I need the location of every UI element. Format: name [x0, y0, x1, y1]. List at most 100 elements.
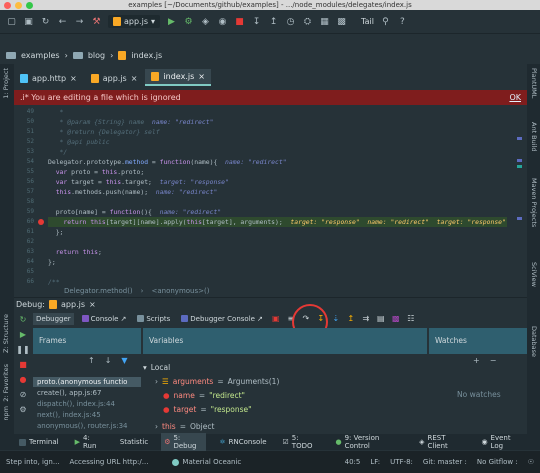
code-line[interactable]: [48, 267, 507, 277]
banner-ok-link[interactable]: OK: [509, 93, 521, 102]
code-line[interactable]: proto[name] = function(){ name: "redirec…: [48, 207, 507, 217]
code-area[interactable]: * * @param {String} name name: "redirect…: [48, 107, 507, 285]
code-crumb-method[interactable]: Delegator.method(): [64, 287, 133, 295]
code-line[interactable]: Delegator.prototype.method = function(na…: [48, 157, 507, 167]
add-watch-icon[interactable]: +: [473, 356, 480, 365]
code-line[interactable]: var target = this.target; target: "respo…: [48, 177, 507, 187]
toolwindow-rnconsole[interactable]: ⚛ RNConsole: [216, 437, 269, 447]
project-tool-button[interactable]: 1: Project: [2, 68, 10, 99]
caret-position[interactable]: 40:5: [345, 458, 361, 466]
database-tool-button[interactable]: Database: [530, 326, 538, 357]
line-number[interactable]: 62: [14, 237, 36, 247]
line-number[interactable]: 55: [14, 167, 36, 177]
line-number[interactable]: 54: [14, 157, 36, 167]
line-separator[interactable]: LF:: [370, 458, 380, 466]
line-number[interactable]: 66: [14, 277, 36, 285]
arrow-down-icon[interactable]: ↓: [105, 356, 112, 365]
code-editor[interactable]: 4950515253545556575859606162636465666768…: [14, 107, 527, 285]
tab-scripts[interactable]: Scripts: [134, 313, 173, 325]
line-number[interactable]: 58: [14, 197, 36, 207]
settings-icon[interactable]: ⚙: [19, 405, 26, 414]
restore-layout-icon[interactable]: ▣: [271, 314, 281, 324]
code-line[interactable]: * @param {String} name name: "redirect": [48, 117, 507, 127]
code-line[interactable]: * @return {Delegator} self: [48, 127, 507, 137]
force-step-into-icon[interactable]: ⇣: [331, 314, 341, 324]
line-number[interactable]: 51: [14, 127, 36, 137]
frame-row[interactable]: next(), index.js:45: [33, 410, 141, 420]
code-line[interactable]: [48, 237, 507, 247]
coverage-icon[interactable]: ◈: [200, 16, 211, 27]
run-config-select[interactable]: app.js ▾: [108, 15, 161, 28]
back-icon[interactable]: ←: [57, 16, 68, 27]
remove-watch-icon[interactable]: −: [490, 356, 497, 365]
code-line[interactable]: */: [48, 147, 507, 157]
line-number[interactable]: 50: [14, 117, 36, 127]
variable-row[interactable]: › this = Object: [155, 422, 214, 431]
code-line[interactable]: return this;: [48, 247, 507, 257]
theme-indicator[interactable]: Material Oceanic: [172, 458, 241, 466]
toolwindow-run[interactable]: ▶ 4: Run: [72, 433, 107, 451]
git-branch[interactable]: Git: master :: [423, 458, 467, 466]
run-to-cursor-icon[interactable]: ⇉: [361, 314, 371, 324]
code-crumb-anonymous[interactable]: <anonymous>(): [151, 287, 209, 295]
local-scope[interactable]: ▾ Local: [143, 363, 170, 372]
code-line[interactable]: /**: [48, 277, 507, 285]
line-number[interactable]: 49: [14, 107, 36, 117]
sciview-tool-button[interactable]: SciView: [530, 262, 538, 287]
evaluate-icon[interactable]: ▤: [376, 314, 386, 324]
npm-tool-button[interactable]: npm: [2, 406, 10, 421]
build-hammer-icon[interactable]: ⚒: [91, 16, 102, 27]
current-execution-line[interactable]: return this[target][name].apply(this[tar…: [48, 217, 507, 227]
line-number[interactable]: 52: [14, 137, 36, 147]
debug-config[interactable]: app.js: [61, 300, 85, 309]
filter-icon[interactable]: ▼: [121, 356, 127, 365]
line-number[interactable]: 56: [14, 177, 36, 187]
ant-build-tool-button[interactable]: Ant Build: [530, 122, 538, 152]
breadcrumb-item-examples[interactable]: examples: [21, 51, 60, 60]
close-icon[interactable]: ×: [70, 74, 77, 83]
arrow-up-icon[interactable]: ↑: [88, 356, 95, 365]
toolwindow-rest-client[interactable]: ◈ REST Client: [416, 433, 468, 451]
view-breakpoints-icon[interactable]: ●: [20, 375, 27, 384]
vcs-update-icon[interactable]: ↧: [251, 16, 262, 27]
line-number[interactable]: 60: [14, 217, 36, 227]
more-icon[interactable]: ☷: [406, 314, 416, 324]
profile-icon[interactable]: ◉: [217, 16, 228, 27]
line-number[interactable]: 59: [14, 207, 36, 217]
breadcrumb-item-index[interactable]: index.js: [131, 51, 162, 60]
line-number[interactable]: 64: [14, 257, 36, 267]
code-line[interactable]: };: [48, 257, 507, 267]
toolwindow-event-log[interactable]: ◉ Event Log: [478, 433, 526, 451]
toolwindow-todo[interactable]: ☑ 5: TODO: [280, 433, 323, 451]
tab-console[interactable]: Console ↗: [79, 313, 130, 325]
help-icon[interactable]: ?: [397, 16, 408, 27]
run-icon[interactable]: ▶: [166, 16, 177, 27]
toolwindow-vcs[interactable]: ● 9: Version Control: [332, 433, 406, 451]
frame-row[interactable]: dispatch(), index.js:44: [33, 399, 141, 409]
line-number-gutter[interactable]: 4950515253545556575859606162636465666768…: [14, 107, 36, 285]
settings-icon[interactable]: ⛭: [302, 16, 313, 27]
code-line[interactable]: var proto = this.proto;: [48, 167, 507, 177]
toolwindow-statistic[interactable]: Statistic: [117, 437, 151, 447]
rerun-icon[interactable]: ↻: [20, 315, 27, 324]
frame-row[interactable]: anonymous(), router.js:34: [33, 421, 141, 431]
tab-debugger-console[interactable]: Debugger Console ↗: [178, 313, 266, 325]
tab-debugger[interactable]: Debugger: [33, 312, 74, 325]
code-line[interactable]: this.methods.push(name); name: "redirect…: [48, 187, 507, 197]
code-line[interactable]: };: [48, 227, 507, 237]
variable-row[interactable]: ● name = "redirect": [163, 391, 245, 400]
stop-icon[interactable]: ■: [234, 16, 245, 27]
code-line[interactable]: [48, 197, 507, 207]
breadcrumb-item-blog[interactable]: blog: [88, 51, 105, 60]
sdk-icon[interactable]: ▩: [336, 16, 347, 27]
debug-icon[interactable]: ⚙: [183, 16, 194, 27]
sync-icon[interactable]: ↻: [40, 16, 51, 27]
favorites-tool-button[interactable]: 2: Favorites: [2, 364, 10, 402]
code-line[interactable]: *: [48, 107, 507, 117]
tab-app-http[interactable]: app.http ×: [14, 71, 83, 86]
line-number[interactable]: 53: [14, 147, 36, 157]
maven-tool-button[interactable]: Maven Projects: [530, 178, 538, 227]
variable-row[interactable]: ● target = "response": [163, 405, 252, 414]
mute-breakpoints-icon[interactable]: ⊘: [20, 390, 27, 399]
save-icon[interactable]: ▣: [23, 16, 34, 27]
